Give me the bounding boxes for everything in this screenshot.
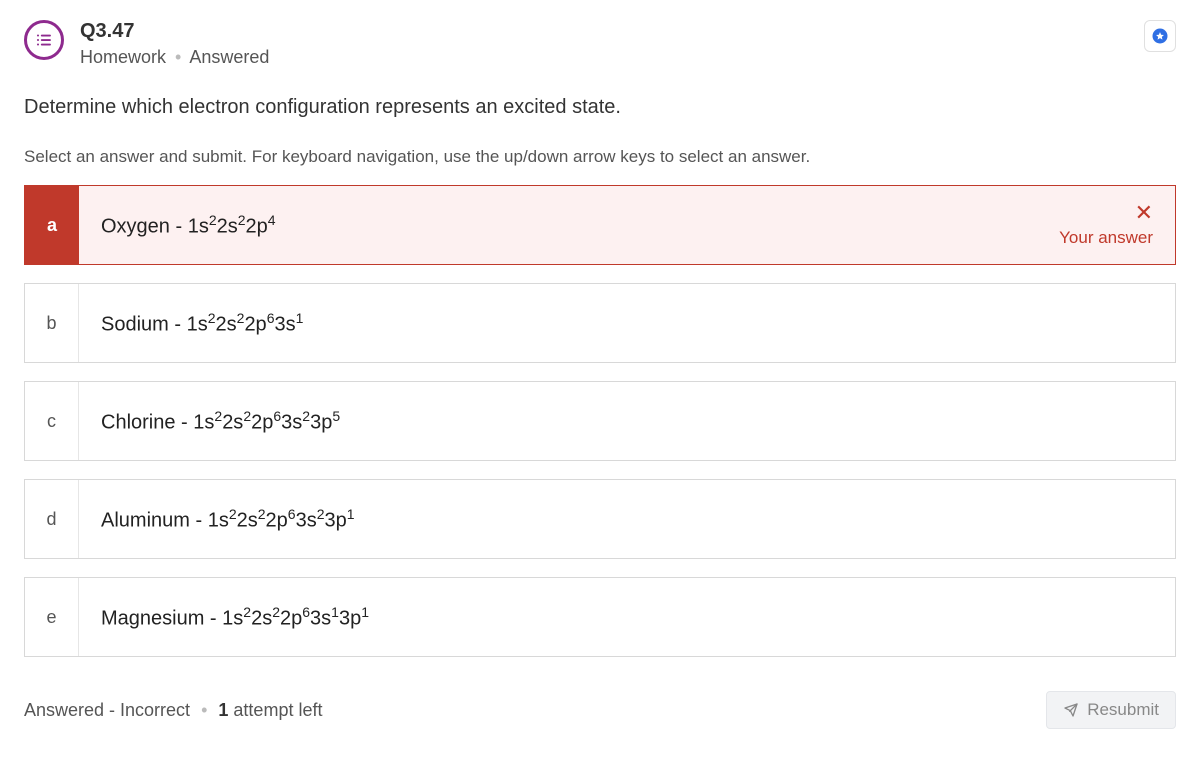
resubmit-label: Resubmit [1087,700,1159,720]
your-answer-marker: ✕Your answer [1059,202,1153,248]
favorite-button[interactable] [1144,20,1176,52]
answer-option-b[interactable]: b Sodium - 1s22s22p63s1 [24,283,1176,363]
resubmit-button[interactable]: Resubmit [1046,691,1176,729]
option-text: Aluminum - 1s22s22p63s23p1 [101,506,355,533]
incorrect-x-icon: ✕ [1059,202,1153,224]
option-text: Oxygen - 1s22s22p4 [101,212,276,239]
option-letter: b [25,284,79,362]
star-icon [1151,27,1169,45]
answer-option-e[interactable]: e Magnesium - 1s22s22p63s13p1 [24,577,1176,657]
answer-option-a[interactable]: a Oxygen - 1s22s22p4 ✕Your answer [24,185,1176,265]
question-number: Q3.47 [80,20,1128,43]
question-prompt: Determine which electron configuration r… [24,96,1176,119]
question-meta: Homework • Answered [80,47,1128,68]
answer-option-d[interactable]: d Aluminum - 1s22s22p63s23p1 [24,479,1176,559]
option-letter: d [25,480,79,558]
keyboard-instruction: Select an answer and submit. For keyboar… [24,147,1176,167]
option-letter: a [25,186,79,264]
option-text: Chlorine - 1s22s22p63s23p5 [101,408,340,435]
send-icon [1063,702,1079,718]
answer-status: Answered - Incorrect • 1 attempt left [24,700,322,721]
question-list-icon[interactable] [24,20,64,60]
option-text: Magnesium - 1s22s22p63s13p1 [101,604,369,631]
answer-option-c[interactable]: c Chlorine - 1s22s22p63s23p5 [24,381,1176,461]
option-text: Sodium - 1s22s22p63s1 [101,310,303,337]
answer-options: a Oxygen - 1s22s22p4 ✕Your answer b Sodium -… [24,185,1176,657]
option-letter: e [25,578,79,656]
option-letter: c [25,382,79,460]
